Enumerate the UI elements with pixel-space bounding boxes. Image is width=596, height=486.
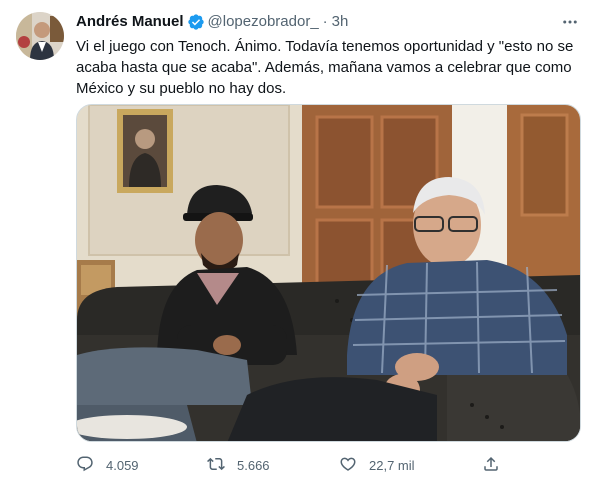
like-count: 22,7 mil bbox=[369, 457, 415, 473]
heart-icon bbox=[339, 455, 357, 476]
reply-button[interactable]: 4.059 bbox=[76, 454, 139, 476]
like-button[interactable]: 22,7 mil bbox=[339, 454, 415, 476]
tweet-header: Andrés Manuel @lopezobrador_ · 3h bbox=[76, 12, 582, 32]
retweet-icon bbox=[207, 455, 225, 476]
share-button[interactable] bbox=[482, 454, 500, 476]
tweet-actions: 4.059 5.666 22,7 mil bbox=[76, 454, 506, 476]
author-handle[interactable]: @lopezobrador_ bbox=[208, 12, 319, 32]
retweet-count: 5.666 bbox=[237, 457, 270, 473]
tweet-text: Vi el juego con Tenoch. Ánimo. Todavía t… bbox=[76, 38, 574, 97]
retweet-button[interactable]: 5.666 bbox=[207, 454, 270, 476]
header-separator: · bbox=[322, 13, 328, 30]
author-name[interactable]: Andrés Manuel bbox=[76, 12, 184, 32]
verified-badge-icon bbox=[187, 13, 205, 31]
tweet[interactable]: Andrés Manuel @lopezobrador_ · 3h Vi el … bbox=[0, 0, 596, 486]
tweet-photo[interactable] bbox=[76, 104, 581, 442]
tweet-timestamp[interactable]: 3h bbox=[332, 12, 349, 32]
reply-icon bbox=[76, 455, 94, 476]
avatar[interactable] bbox=[16, 12, 64, 60]
share-icon bbox=[482, 455, 500, 476]
more-dots-icon[interactable] bbox=[558, 10, 582, 34]
reply-count: 4.059 bbox=[106, 457, 139, 473]
